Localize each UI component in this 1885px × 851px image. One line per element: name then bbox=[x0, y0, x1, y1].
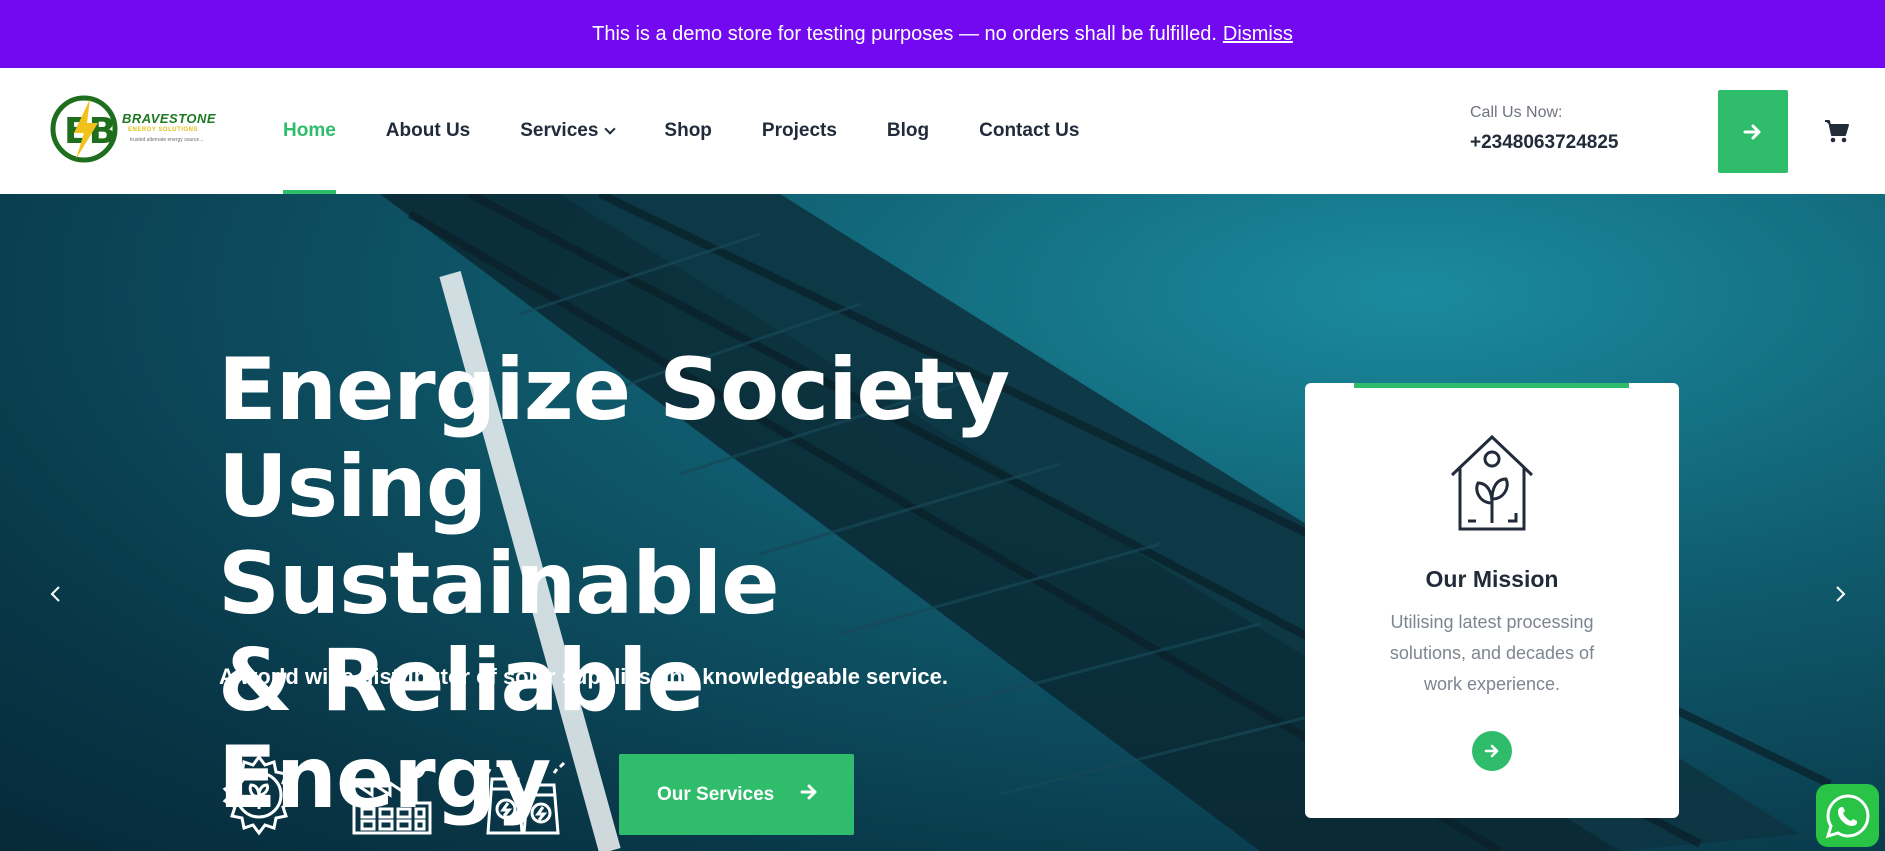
arrow-right-icon bbox=[1743, 124, 1761, 139]
nav-blog-label: Blog bbox=[886, 120, 930, 141]
cart-icon[interactable] bbox=[1824, 118, 1850, 144]
logo-mark-icon: EB bbox=[50, 95, 118, 163]
gear-leaf-icon bbox=[217, 753, 301, 837]
nav-about-us[interactable]: About Us bbox=[386, 68, 470, 194]
slider-prev-arrow[interactable] bbox=[46, 584, 66, 604]
eco-house-icon bbox=[1446, 431, 1538, 533]
headline-line-1: Energize Society bbox=[218, 340, 1010, 440]
nav-contact-label: Contact Us bbox=[979, 120, 1080, 141]
power-plant-icon bbox=[484, 753, 568, 837]
dismiss-link[interactable]: Dismiss bbox=[1223, 23, 1293, 46]
call-us: Call Us Now: +2348063724825 bbox=[1470, 104, 1618, 154]
nav-blog[interactable]: Blog bbox=[887, 68, 929, 194]
mission-description: Utilising latest processing solutions, a… bbox=[1389, 612, 1595, 694]
logo-tagline: trusted alternate energy source... bbox=[130, 137, 204, 143]
nav-services[interactable]: Services bbox=[520, 68, 617, 194]
header-arrow-button[interactable] bbox=[1718, 90, 1788, 173]
nav-contact-us[interactable]: Contact Us bbox=[979, 68, 1079, 194]
hero-slider: Energize Society Using Sustainable & Rel… bbox=[0, 194, 1885, 851]
site-header: EB BRAVESTONE ENERGY SOLUTIONS trusted a… bbox=[0, 68, 1885, 194]
call-us-label: Call Us Now: bbox=[1470, 104, 1563, 121]
card-accent-bar bbox=[1354, 383, 1629, 388]
chevron-down-icon bbox=[604, 122, 617, 135]
our-services-label: Our Services bbox=[657, 783, 775, 805]
nav-projects[interactable]: Projects bbox=[762, 68, 837, 194]
logo-subtitle: ENERGY SOLUTIONS bbox=[128, 127, 198, 133]
main-nav: Home About Us Services Shop Projects Blo… bbox=[283, 68, 1129, 194]
site-logo[interactable]: EB BRAVESTONE ENERGY SOLUTIONS trusted a… bbox=[50, 93, 235, 165]
phone-number[interactable]: +2348063724825 bbox=[1470, 132, 1618, 154]
our-services-button[interactable]: Our Services bbox=[619, 754, 854, 835]
chevron-left-icon bbox=[50, 586, 60, 602]
arrow-right-icon bbox=[1484, 744, 1499, 758]
factory-leaf-icon bbox=[350, 753, 434, 837]
notice-text: This is a demo store for testing purpose… bbox=[592, 22, 1217, 45]
mission-more-button[interactable] bbox=[1472, 731, 1512, 771]
nav-about-label: About Us bbox=[385, 120, 471, 141]
arrow-right-icon bbox=[800, 784, 817, 800]
nav-home[interactable]: Home bbox=[283, 68, 336, 194]
logo-brand: BRAVESTONE bbox=[122, 111, 217, 126]
mission-card: Our Mission Utilising latest processing … bbox=[1305, 383, 1679, 818]
whatsapp-icon bbox=[1825, 793, 1870, 838]
nav-shop-label: Shop bbox=[664, 120, 712, 141]
nav-shop[interactable]: Shop bbox=[664, 68, 712, 194]
nav-projects-label: Projects bbox=[761, 120, 837, 141]
whatsapp-button[interactable] bbox=[1816, 784, 1879, 847]
nav-services-label: Services bbox=[520, 120, 599, 141]
nav-home-label: Home bbox=[283, 120, 336, 141]
hero-subline: A world wide distributor of solar suppli… bbox=[219, 664, 949, 689]
chevron-right-icon bbox=[1836, 586, 1846, 602]
mission-title: Our Mission bbox=[1425, 566, 1559, 592]
demo-store-notice: This is a demo store for testing purpose… bbox=[0, 0, 1885, 68]
slider-next-arrow[interactable] bbox=[1830, 584, 1850, 604]
headline-line-2: Using Sustainable bbox=[218, 437, 780, 634]
